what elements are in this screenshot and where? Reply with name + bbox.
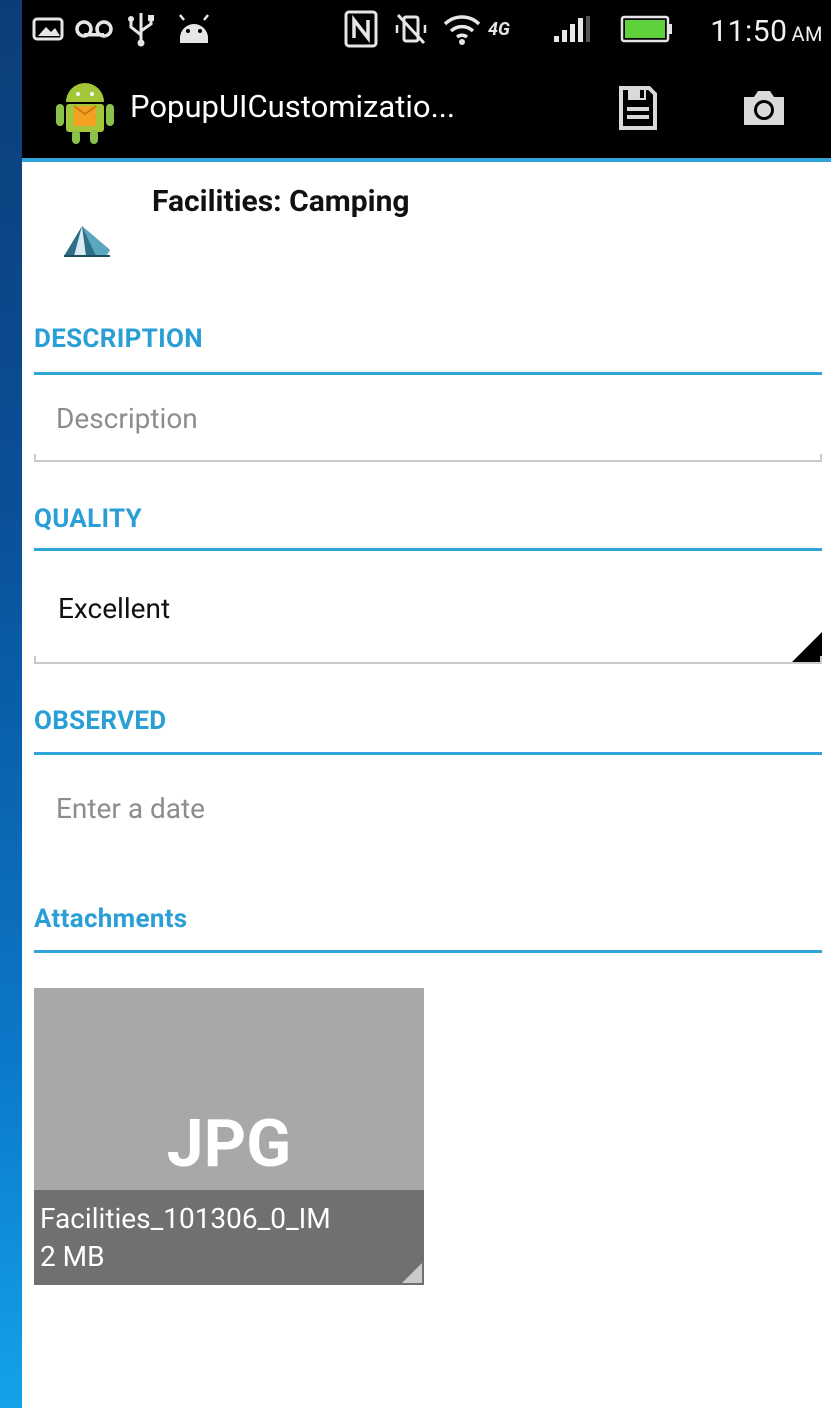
observed-placeholder: Enter a date: [56, 792, 206, 825]
spinner-arrow-icon: [790, 632, 822, 664]
save-button[interactable]: [610, 82, 666, 138]
popup-content: Facilities: Camping DESCRIPTION Descript…: [22, 162, 831, 1408]
save-icon: [618, 85, 658, 135]
signal-icon: [552, 0, 592, 58]
app-launcher-icon[interactable]: [56, 80, 114, 146]
app-title: PopupUICustomizatio...: [130, 88, 456, 125]
attachment-name: Facilities_101306_0_IM: [40, 1202, 331, 1235]
description-placeholder: Description: [56, 402, 198, 435]
attachment-type: JPG: [166, 1106, 292, 1183]
status-bar: 4G 11:50 AM: [22, 0, 831, 58]
left-edge-strip: [0, 0, 22, 1408]
wifi-icon: [442, 0, 482, 58]
nfc-icon: [344, 0, 378, 58]
quality-spinner[interactable]: Excellent: [34, 560, 822, 664]
description-input[interactable]: Description: [34, 384, 822, 462]
voicemail-icon: [74, 0, 114, 58]
attachment-meta: Facilities_101306_0_IM 2 MB: [34, 1190, 424, 1285]
battery-icon: [620, 0, 674, 58]
attachment-corner-icon: [402, 1263, 422, 1283]
camera-button[interactable]: [736, 82, 792, 138]
attachments-label: Attachments: [34, 904, 188, 934]
observed-date-input[interactable]: Enter a date: [34, 764, 822, 850]
description-divider: [34, 372, 822, 375]
attachment-size: 2 MB: [40, 1240, 105, 1273]
4g-icon: 4G: [488, 18, 510, 40]
observed-divider: [34, 752, 822, 755]
quality-underline: [34, 656, 822, 664]
camera-icon: [742, 89, 786, 131]
quality-value: Excellent: [58, 592, 171, 625]
status-time-ampm: AM: [791, 22, 823, 46]
usb-icon: [126, 0, 156, 58]
vibrate-off-icon: [394, 0, 428, 58]
status-time: 11:50 AM: [710, 0, 823, 58]
description-underline: [34, 454, 822, 462]
action-bar: PopupUICustomizatio...: [22, 58, 831, 162]
description-label: DESCRIPTION: [34, 324, 203, 354]
attachment-tile[interactable]: JPG Facilities_101306_0_IM 2 MB: [34, 988, 424, 1285]
tent-icon: [60, 220, 114, 260]
status-time-value: 11:50: [710, 14, 788, 49]
attachments-divider: [34, 950, 822, 953]
feature-title: Facilities: Camping: [152, 184, 410, 219]
image-icon: [32, 0, 66, 58]
quality-divider: [34, 548, 822, 551]
observed-label: OBSERVED: [34, 706, 167, 736]
android-debug-icon: [174, 0, 214, 58]
quality-label: QUALITY: [34, 504, 143, 534]
